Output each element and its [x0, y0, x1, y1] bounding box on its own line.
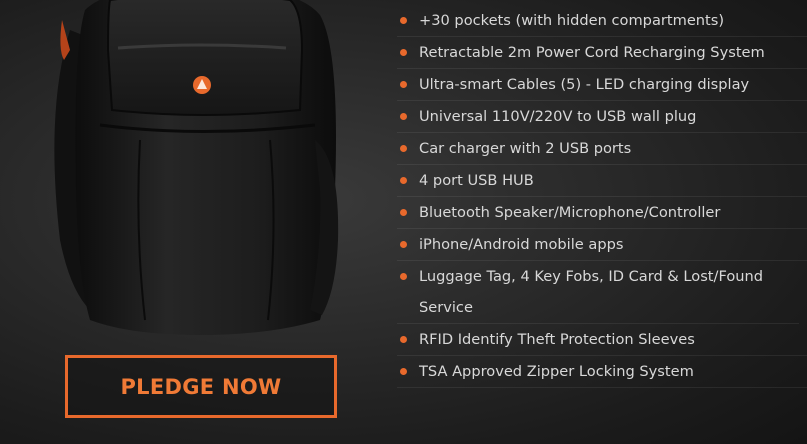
orange-dot-icon — [400, 49, 407, 56]
orange-dot-icon — [400, 241, 407, 248]
list-item: Ultra-smart Cables (5) - LED charging di… — [397, 69, 807, 101]
orange-dot-icon — [400, 81, 407, 88]
backpack-image — [54, 0, 339, 335]
orange-dot-icon — [400, 368, 407, 375]
list-item: Car charger with 2 USB ports — [397, 133, 807, 165]
list-item: Universal 110V/220V to USB wall plug — [397, 101, 807, 133]
list-item: TSA Approved Zipper Locking System — [397, 356, 807, 388]
orange-dot-icon — [400, 177, 407, 184]
list-item: +30 pockets (with hidden compartments) — [397, 5, 807, 37]
orange-dot-icon — [400, 145, 407, 152]
feature-text: TSA Approved Zipper Locking System — [419, 363, 694, 380]
list-item: Retractable 2m Power Cord Recharging Sys… — [397, 37, 807, 69]
pledge-now-button[interactable]: PLEDGE NOW — [65, 355, 337, 418]
list-item: 4 port USB HUB — [397, 165, 807, 197]
feature-text: +30 pockets (with hidden compartments) — [419, 12, 725, 29]
feature-text: Luggage Tag, 4 Key Fobs, ID Card & Lost/… — [419, 268, 764, 316]
orange-dot-icon — [400, 17, 407, 24]
feature-text: 4 port USB HUB — [419, 172, 534, 189]
list-item: Bluetooth Speaker/Microphone/Controller — [397, 197, 807, 229]
list-item: iPhone/Android mobile apps — [397, 229, 807, 261]
list-item: RFID Identify Theft Protection Sleeves — [397, 324, 807, 356]
feature-list: +30 pockets (with hidden compartments) R… — [397, 5, 807, 388]
list-item: Luggage Tag, 4 Key Fobs, ID Card & Lost/… — [397, 261, 799, 324]
feature-text: Ultra-smart Cables (5) - LED charging di… — [419, 76, 750, 93]
feature-text: Bluetooth Speaker/Microphone/Controller — [419, 204, 721, 221]
orange-dot-icon — [400, 336, 407, 343]
product-showcase: PLEDGE NOW +30 pockets (with hidden comp… — [0, 0, 807, 444]
feature-text: RFID Identify Theft Protection Sleeves — [419, 331, 695, 348]
feature-text: Universal 110V/220V to USB wall plug — [419, 108, 697, 125]
feature-text: Car charger with 2 USB ports — [419, 140, 632, 157]
orange-dot-icon — [400, 273, 407, 280]
orange-dot-icon — [400, 113, 407, 120]
feature-text: Retractable 2m Power Cord Recharging Sys… — [419, 44, 765, 61]
feature-text: iPhone/Android mobile apps — [419, 236, 624, 253]
brand-logo-icon — [193, 76, 211, 94]
orange-dot-icon — [400, 209, 407, 216]
